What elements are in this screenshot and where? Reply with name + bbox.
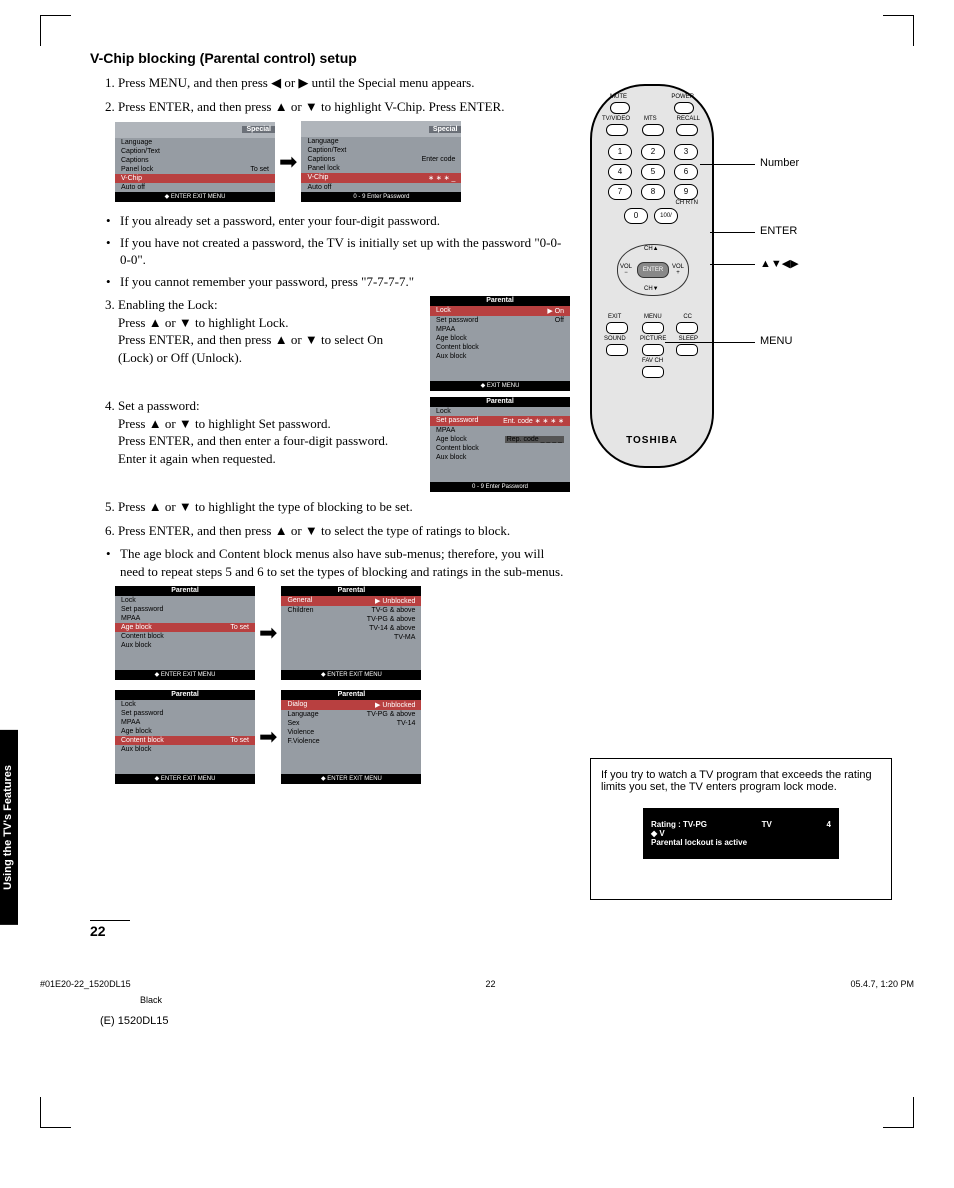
callout-menu: MENU xyxy=(760,335,792,347)
arrow-right-icon: ➡ xyxy=(259,620,277,646)
footer-timestamp: 05.4.7, 1:20 PM xyxy=(850,979,914,989)
osd-menu-ageblock-1: Parental Lock Set password MPAA Age bloc… xyxy=(115,586,255,680)
callout-arrows: ▲▼◀▶ xyxy=(760,257,799,270)
osd-menu-contentblock-1: Parental Lock Set password MPAA Age bloc… xyxy=(115,690,255,784)
bullet-4: The age block and Content block menus al… xyxy=(120,545,570,580)
step-3: Enabling the Lock: Press ▲ or ▼ to highl… xyxy=(118,296,420,366)
step-2: Press ENTER, and then press ▲ or ▼ to hi… xyxy=(118,98,570,116)
page-title: V-Chip blocking (Parental control) setup xyxy=(90,50,894,66)
footer-pagenum: 22 xyxy=(486,979,496,989)
arrow-right-icon: ➡ xyxy=(259,724,277,750)
arrow-right-icon: ➡ xyxy=(279,149,297,175)
callout-number: Number xyxy=(760,157,799,169)
step-1: Press MENU, and then press ◀ or ▶ until … xyxy=(118,74,570,92)
brand-logo: TOSHIBA xyxy=(592,435,712,446)
warning-box: If you try to watch a TV program that ex… xyxy=(590,758,892,900)
footer-color: Black xyxy=(140,995,954,1005)
callout-enter: ENTER xyxy=(760,225,797,237)
footer-filename: #01E20-22_1520DL15 xyxy=(40,979,131,989)
footer-model: (E) 1520DL15 xyxy=(100,1015,954,1027)
page-number: 22 xyxy=(90,920,130,939)
bullet-3: If you cannot remember your password, pr… xyxy=(120,273,570,291)
osd-menu-parental-lock: Parental Lock▶ On Set passwordOff MPAA A… xyxy=(430,296,570,391)
bullet-2: If you have not created a password, the … xyxy=(120,234,570,269)
step-6: Press ENTER, and then press ▲ or ▼ to se… xyxy=(118,522,570,540)
osd-menu-ageblock-2: Parental General▶ Unblocked ChildrenTV-G… xyxy=(281,586,421,680)
osd-menu-parental-password: Parental Lock Set passwordEnt. code ∗ ∗ … xyxy=(430,397,570,492)
section-tab: Using the TV's Features xyxy=(0,730,18,925)
step-5: Press ▲ or ▼ to highlight the type of bl… xyxy=(118,498,570,516)
osd-menu-special-1: Special Language Caption/Text Captions P… xyxy=(115,122,275,202)
remote-control: MUTE POWER TV/VIDEO MTS RECALL 123 456 7… xyxy=(590,84,714,468)
step-4: Set a password: Press ▲ or ▼ to highligh… xyxy=(118,397,420,467)
osd-menu-contentblock-2: Parental Dialog▶ Unblocked LanguageTV-PG… xyxy=(281,690,421,784)
bullet-1: If you already set a password, enter you… xyxy=(120,212,570,230)
osd-menu-special-2: Special Language Caption/Text CaptionsEn… xyxy=(301,121,461,202)
